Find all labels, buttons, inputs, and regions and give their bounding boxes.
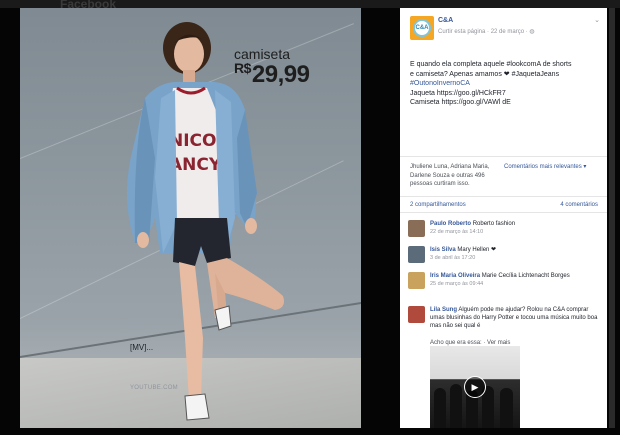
price-currency: R$ <box>234 60 251 76</box>
comment-text: Marie Cecília Lichtenacht Borges <box>481 273 570 279</box>
comment-text: Roberto fashion <box>472 221 516 227</box>
video-preview[interactable]: ▶ <box>430 346 520 428</box>
photo-viewer: Facebook NICO ANCY camiseta R$29,99 C&A … <box>0 0 620 435</box>
divider <box>400 212 607 213</box>
post-sidebar: C&A C&A Curtir esta página · 22 de março… <box>400 8 607 428</box>
comment-body: Lila Sung Alguém pode me ajudar? Rolou n… <box>430 306 598 330</box>
post-meta: Curtir esta página · 22 de março · ◍ <box>438 28 535 35</box>
comment-body: Isis Silva Mary Hellen ❤ 3 de abril às 1… <box>430 246 598 262</box>
comment-text: Mary Hellen ❤ <box>457 247 497 253</box>
avatar[interactable] <box>408 220 425 237</box>
svg-text:NICO: NICO <box>169 131 216 151</box>
avatar[interactable] <box>408 306 425 323</box>
comments-count[interactable]: 4 comentários <box>560 202 598 208</box>
engagement-counts: 2 compartilhamentos 4 comentários <box>410 202 600 208</box>
post-line: e camiseta? Apenas amamos ❤ #JaquetaJean… <box>410 70 560 78</box>
post-options-chevron-icon[interactable]: ⌄ <box>594 16 600 24</box>
jacket-link[interactable]: Jaqueta https://goo.gl/HCkFR7 <box>410 89 602 99</box>
commenter-name[interactable]: Isis Silva <box>430 247 456 253</box>
comment-date[interactable]: 22 de março às 14:10 <box>430 228 598 236</box>
comment-sort-dropdown[interactable]: Comentários mais relevantes ▾ <box>504 163 586 170</box>
post-meta-text[interactable]: Curtir esta página · 22 de março · <box>438 29 529 35</box>
comment-body: Iris Maria Oliveira Marie Cecília Lichte… <box>430 272 598 288</box>
shares-count[interactable]: 2 compartilhamentos <box>410 202 466 208</box>
likes-summary-text: Jhuliene Luna, Adriana Maria, Darlene So… <box>410 164 490 187</box>
price-amount: 29,99 <box>251 61 310 88</box>
post-text: E quando ela completa aquele #lookcomA d… <box>410 60 602 108</box>
page-name-link[interactable]: C&A <box>438 17 453 24</box>
post-header: C&A C&A Curtir esta página · 22 de março… <box>410 16 600 44</box>
thumbnail-figure <box>500 388 513 428</box>
ca-logo: C&A <box>413 19 431 37</box>
avatar[interactable] <box>408 246 425 263</box>
post-photo[interactable]: NICO ANCY camiseta R$29,99 <box>20 8 361 428</box>
comment-date[interactable]: 3 de abril às 17:20 <box>430 254 598 262</box>
divider <box>400 156 607 157</box>
svg-text:ANCY: ANCY <box>169 155 222 175</box>
thumbnail-figure <box>450 384 462 428</box>
scrollbar[interactable] <box>609 8 615 428</box>
video-title[interactable]: [MV]... <box>130 343 153 352</box>
price-value: R$29,99 <box>234 60 310 89</box>
globe-icon: ◍ <box>529 29 535 35</box>
commenter-name[interactable]: Lila Sung <box>430 307 457 313</box>
hashtag-link[interactable]: #OutonoInvernoCA <box>410 79 602 89</box>
top-bar: Facebook <box>0 0 620 11</box>
page-avatar[interactable]: C&A <box>410 16 434 40</box>
comment-body: Paulo Roberto Roberto fashion 22 de març… <box>430 220 598 236</box>
comment-date[interactable]: 25 de março às 09:44 <box>430 280 598 288</box>
post-line: E quando ela completa aquele #lookcomA d… <box>410 61 572 68</box>
thumbnail-figure <box>434 388 446 428</box>
avatar[interactable] <box>408 272 425 289</box>
video-source: YOUTUBE.COM <box>130 385 178 391</box>
play-icon[interactable]: ▶ <box>464 376 486 398</box>
divider <box>400 196 607 197</box>
commenter-name[interactable]: Paulo Roberto <box>430 221 471 227</box>
commenter-name[interactable]: Iris Maria Oliveira <box>430 273 480 279</box>
tshirt-link[interactable]: Camiseta https://goo.gl/VAWl dE <box>410 98 602 108</box>
